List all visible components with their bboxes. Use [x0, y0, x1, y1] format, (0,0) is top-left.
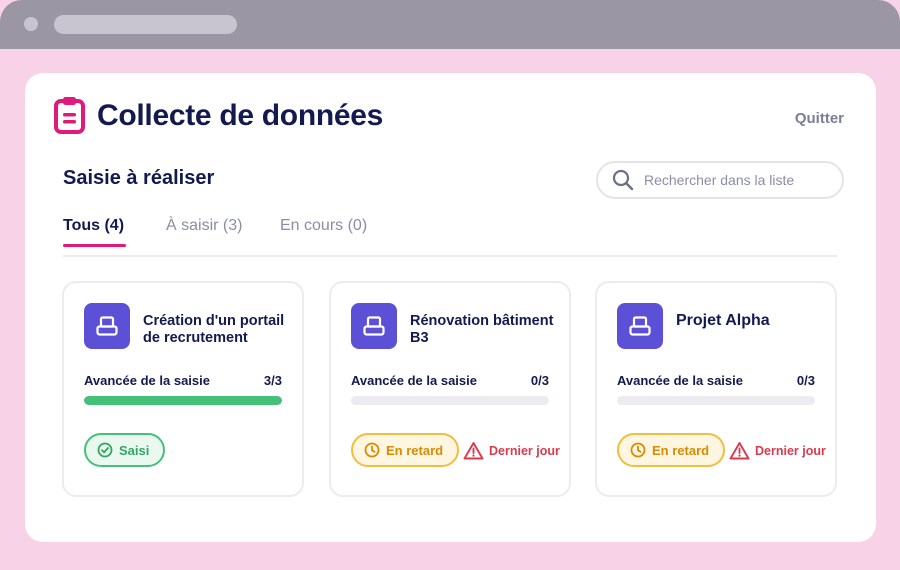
warning-triangle-icon — [463, 442, 484, 460]
search-input[interactable] — [644, 172, 824, 188]
deadline-warning: Dernier jour — [463, 441, 560, 460]
progress-bar — [84, 396, 282, 405]
quit-button[interactable]: Quitter — [795, 110, 844, 127]
warning-triangle-icon — [729, 442, 750, 460]
status-badge: Saisi — [84, 433, 166, 467]
status-label: En retard — [652, 442, 710, 458]
status-badge: En retard — [351, 433, 460, 467]
deadline-warning: Dernier jour — [729, 441, 826, 460]
progress-fill — [84, 396, 282, 405]
card-title: Rénovation bâtiment B3 — [410, 313, 554, 346]
project-icon — [617, 303, 663, 349]
deadline-label: Dernier jour — [489, 443, 560, 458]
progress-value: 0/3 — [530, 373, 549, 388]
clock-icon — [364, 442, 380, 458]
progress-label: Avancée de la saisie — [351, 373, 477, 388]
section-title: Saisie à réaliser — [63, 167, 215, 189]
progress-value: 3/3 — [263, 373, 282, 388]
progress-label: Avancée de la saisie — [617, 373, 743, 388]
project-card[interactable]: Rénovation bâtiment B3 Avancée de la sai… — [329, 281, 571, 497]
project-card[interactable]: Création d'un portail de recrutement Ava… — [62, 281, 304, 497]
tab-bar: Tous (4) À saisir (3) En cours (0) — [63, 211, 837, 257]
tab-tous[interactable]: Tous (4) — [63, 217, 127, 247]
progress-bar — [617, 396, 815, 405]
window-control-dot[interactable] — [24, 17, 38, 31]
clock-icon — [630, 442, 646, 458]
card-title: Création d'un portail de recrutement — [143, 313, 285, 346]
address-bar[interactable] — [54, 15, 237, 34]
tab-en-cours[interactable]: En cours (0) — [280, 217, 367, 235]
card-title: Projet Alpha — [676, 312, 770, 329]
tab-a-saisir[interactable]: À saisir (3) — [166, 217, 242, 235]
clipboard-icon — [53, 95, 86, 135]
status-badge: En retard — [617, 433, 726, 467]
progress-value: 0/3 — [796, 373, 815, 388]
status-label: Saisi — [119, 442, 150, 458]
search-box[interactable] — [596, 161, 844, 199]
window-titlebar — [0, 0, 900, 49]
progress-label: Avancée de la saisie — [84, 373, 210, 388]
progress-bar — [351, 396, 549, 405]
project-card[interactable]: Projet Alpha Avancée de la saisie 0/3 En… — [595, 281, 837, 497]
status-label: En retard — [386, 442, 444, 458]
search-icon — [612, 169, 634, 191]
page-title: Collecte de données — [97, 99, 384, 132]
main-panel: Collecte de données Quitter Saisie à réa… — [25, 73, 876, 542]
check-circle-icon — [97, 442, 113, 458]
project-icon — [351, 303, 397, 349]
deadline-label: Dernier jour — [755, 443, 826, 458]
project-icon — [84, 303, 130, 349]
